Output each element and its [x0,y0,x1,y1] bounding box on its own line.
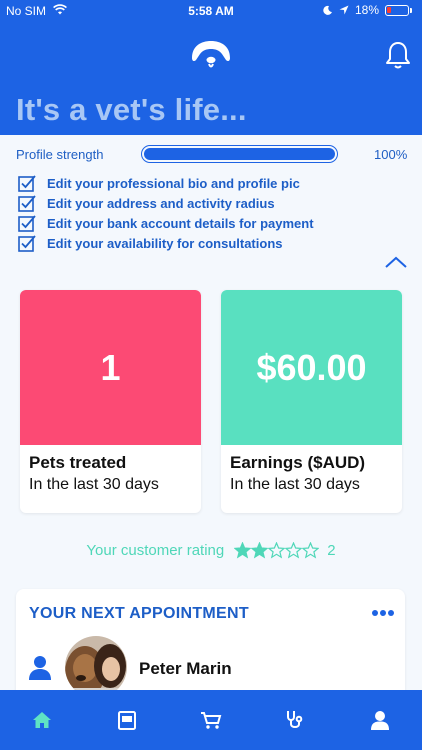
profile-strength-percent: 100% [374,147,408,162]
next-appointment-title: YOUR NEXT APPOINTMENT [29,605,249,622]
earnings-value: $60.00 [221,290,402,445]
location-arrow-icon [339,5,349,15]
checklist-item-address[interactable]: Edit your address and activity radius [18,193,314,213]
status-bar: No SIM 5:58 AM 18% [0,0,422,22]
more-options-icon[interactable] [372,609,394,617]
rating-stars [234,542,320,559]
tab-stethoscope[interactable] [253,690,337,750]
star-empty-icon [302,542,320,559]
pets-treated-subtitle: In the last 30 days [29,476,159,493]
checklist-item-availability[interactable]: Edit your availability for consultations [18,233,314,253]
dog-logo-icon [192,41,230,68]
checklist-item-label: Edit your bank account details for payme… [47,215,314,231]
checked-checkbox-icon [18,215,36,232]
notifications-bell-icon[interactable] [384,40,412,70]
checked-checkbox-icon [18,195,36,212]
profile-strength-label: Profile strength [16,147,104,162]
app-header: No SIM 5:58 AM 18% It's a vet's life... [0,0,422,135]
tab-profile[interactable] [338,690,422,750]
collapse-chevron-up-icon[interactable] [384,254,408,270]
battery-icon [385,4,409,16]
profile-checklist: Edit your professional bio and profile p… [18,173,314,253]
person-icon [370,711,389,730]
star-empty-icon [285,542,303,559]
checklist-item-label: Edit your address and activity radius [47,195,275,211]
checklist-item-bio[interactable]: Edit your professional bio and profile p… [18,173,314,193]
profile-strength-fill [144,148,335,160]
star-empty-icon [268,542,286,559]
earnings-card[interactable]: $60.00 Earnings ($AUD) In the last 30 da… [221,290,402,513]
cart-icon [201,712,222,729]
customer-rating: Your customer rating 2 [0,542,422,559]
tab-home[interactable] [0,690,84,750]
moon-icon [323,5,332,15]
earnings-title: Earnings ($AUD) [230,453,366,472]
tab-calendar[interactable] [84,690,168,750]
checklist-item-label: Edit your availability for consultations [47,235,283,251]
pets-treated-title: Pets treated [29,453,127,472]
battery-percent: 18% [354,3,379,17]
stethoscope-icon [287,711,303,728]
client-avatar [65,636,127,698]
calendar-icon [117,711,136,730]
checklist-item-label: Edit your professional bio and profile p… [47,175,300,191]
checklist-item-bank[interactable]: Edit your bank account details for payme… [18,213,314,233]
checked-checkbox-icon [18,175,36,192]
pets-treated-card[interactable]: 1 Pets treated In the last 30 days [20,290,201,513]
profile-strength-bar [141,145,338,163]
checked-checkbox-icon [18,235,36,252]
home-icon [33,712,52,728]
bottom-tab-bar [0,690,422,750]
customer-rating-label: Your customer rating [86,542,225,559]
client-name: Peter Marin [139,659,232,678]
tab-cart[interactable] [169,690,253,750]
rating-count: 2 [327,542,336,559]
star-filled-icon [251,542,269,559]
star-filled-icon [234,542,252,559]
page-title: It's a vet's life... [16,92,247,127]
earnings-subtitle: In the last 30 days [230,476,360,493]
pets-treated-value: 1 [20,290,201,445]
client-person-icon [29,656,51,680]
